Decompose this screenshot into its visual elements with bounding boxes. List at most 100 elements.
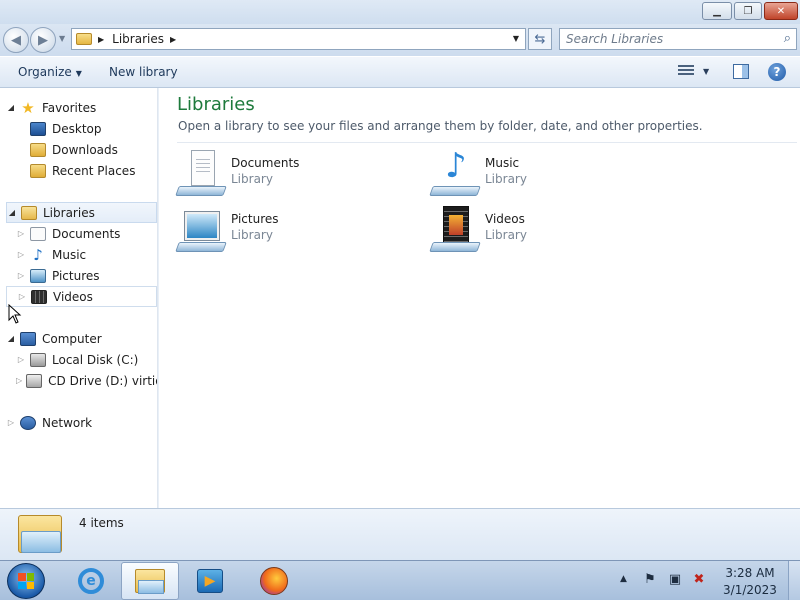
minimize-icon: ▁ [713, 5, 721, 17]
address-dropdown-icon[interactable]: ▼ [513, 34, 519, 43]
start-button[interactable] [7, 563, 45, 599]
collapsed-arrow-icon[interactable]: ▷ [16, 376, 22, 385]
organize-label: Organize [18, 65, 72, 79]
close-icon: ✕ [776, 5, 786, 17]
local-disk-icon [30, 352, 46, 367]
collapsed-arrow-icon[interactable]: ▷ [16, 355, 26, 364]
breadcrumb-chevron-icon[interactable]: ▶ [98, 35, 104, 44]
windows-explorer-icon [135, 569, 165, 594]
preview-pane-icon[interactable] [733, 64, 749, 79]
pictures-icon [30, 268, 46, 283]
clock-date: 3/1/2023 [723, 583, 777, 597]
library-type: Library [231, 172, 273, 186]
firefox-icon [260, 567, 288, 595]
nav-computer[interactable]: ◢ Computer [6, 328, 156, 349]
close-button[interactable]: ✕ [764, 2, 798, 20]
nav-item-videos[interactable]: ▷ Videos [6, 286, 157, 307]
expanded-arrow-icon[interactable]: ◢ [6, 103, 16, 112]
library-type: Library [231, 228, 273, 242]
details-pane: 4 items [0, 508, 800, 560]
nav-favorites[interactable]: ◢ ★ Favorites [6, 97, 156, 118]
pictures-library-icon [175, 206, 227, 254]
forward-button[interactable]: ▶ [30, 27, 56, 53]
taskbar-windows-explorer[interactable] [121, 562, 179, 600]
page-title: Libraries [177, 94, 255, 115]
search-placeholder: Search Libraries [566, 32, 664, 46]
nav-item-label: Documents [52, 226, 121, 241]
documents-library-icon [175, 150, 227, 198]
collapsed-arrow-icon[interactable]: ▷ [6, 418, 16, 427]
expanded-arrow-icon[interactable]: ◢ [7, 208, 17, 217]
taskbar-media-player[interactable]: ▶ [181, 562, 239, 600]
nav-item-music[interactable]: ▷ ♪ Music [16, 244, 156, 265]
nav-network-label: Network [42, 415, 93, 430]
nav-item-label: Videos [53, 289, 93, 304]
library-name: Pictures [231, 212, 279, 226]
nav-item-label: CD Drive (D:) virtio-w [48, 373, 157, 388]
nav-item-label: Local Disk (C:) [52, 352, 139, 367]
title-bar: ▁ ❐ ✕ [0, 0, 800, 24]
taskbar-internet-explorer[interactable]: e [62, 562, 120, 600]
library-item-music[interactable]: ♪ Music Library [429, 148, 651, 200]
videos-icon [31, 289, 47, 304]
back-arrow-icon: ◀ [11, 32, 21, 48]
change-view-icon[interactable] [678, 65, 694, 79]
taskbar: e ▶ ▲ ⚑ ▣ ✖ 3:28 AM 3/1/2023 [0, 560, 800, 600]
library-type: Library [485, 228, 527, 242]
minimize-button[interactable]: ▁ [702, 2, 732, 20]
breadcrumb-chevron-icon[interactable]: ▶ [170, 35, 176, 44]
breadcrumb-libraries[interactable]: Libraries [112, 32, 164, 46]
navigation-pane: ◢ ★ Favorites Desktop Downloads Recent P… [0, 88, 158, 508]
network-icon [20, 415, 36, 430]
nav-item-label: Desktop [52, 121, 102, 136]
show-desktop-button[interactable] [788, 561, 800, 600]
nav-item-cd-drive[interactable]: ▷ CD Drive (D:) virtio-w [16, 370, 157, 391]
back-button[interactable]: ◀ [3, 27, 29, 53]
search-input[interactable]: Search Libraries ⌕ [559, 28, 797, 50]
network-status-icon[interactable]: ▣ [668, 573, 682, 587]
address-bar[interactable]: ▶ Libraries ▶ ▼ [71, 28, 526, 50]
view-options-dropdown[interactable]: ▼ [703, 67, 709, 76]
recent-pages-dropdown[interactable]: ▼ [59, 34, 65, 43]
action-center-flag-icon[interactable]: ⚑ [643, 573, 657, 587]
organize-button[interactable]: Organize ▼ [18, 65, 82, 79]
nav-item-downloads[interactable]: Downloads [16, 139, 156, 160]
nav-item-desktop[interactable]: Desktop [16, 118, 156, 139]
downloads-folder-icon [30, 142, 46, 157]
library-type: Library [485, 172, 527, 186]
taskbar-firefox[interactable] [245, 562, 303, 600]
volume-muted-icon[interactable]: ✖ [692, 573, 706, 587]
nav-item-pictures[interactable]: ▷ Pictures [16, 265, 156, 286]
nav-item-label: Recent Places [52, 163, 136, 178]
help-icon[interactable]: ? [768, 63, 786, 81]
expanded-arrow-icon[interactable]: ◢ [6, 334, 16, 343]
nav-item-local-disk[interactable]: ▷ Local Disk (C:) [16, 349, 156, 370]
library-item-pictures[interactable]: Pictures Library [175, 206, 397, 256]
nav-item-recent-places[interactable]: Recent Places [16, 160, 156, 181]
system-clock[interactable]: 3:28 AM 3/1/2023 [720, 565, 780, 599]
command-bar: Organize ▼ New library ▼ ? [0, 56, 800, 88]
library-name: Music [485, 156, 520, 170]
new-library-button[interactable]: New library [109, 65, 178, 79]
collapsed-arrow-icon[interactable]: ▷ [16, 229, 26, 238]
search-icon[interactable]: ⌕ [784, 31, 791, 46]
collapsed-arrow-icon[interactable]: ▷ [16, 271, 26, 280]
show-hidden-icons-icon[interactable]: ▲ [620, 574, 627, 584]
library-item-documents[interactable]: Documents Library [175, 150, 397, 200]
nav-favorites-label: Favorites [42, 100, 97, 115]
nav-network[interactable]: ▷ Network [6, 412, 156, 433]
collapsed-arrow-icon[interactable]: ▷ [16, 250, 26, 259]
library-item-videos[interactable]: Videos Library [429, 206, 651, 256]
nav-item-documents[interactable]: ▷ Documents [16, 223, 156, 244]
content-area: Libraries Open a library to see your fil… [159, 88, 800, 508]
libraries-icon [21, 205, 37, 220]
libraries-folder-icon [76, 33, 92, 45]
collapsed-arrow-icon[interactable]: ▷ [17, 292, 27, 301]
page-description: Open a library to see your files and arr… [178, 119, 703, 133]
nav-item-label: Pictures [52, 268, 100, 283]
chevron-down-icon: ▼ [75, 69, 82, 78]
maximize-button[interactable]: ❐ [734, 2, 762, 20]
nav-libraries[interactable]: ◢ Libraries [6, 202, 157, 223]
refresh-button[interactable]: ⇆ [528, 28, 552, 50]
divider [177, 142, 797, 143]
